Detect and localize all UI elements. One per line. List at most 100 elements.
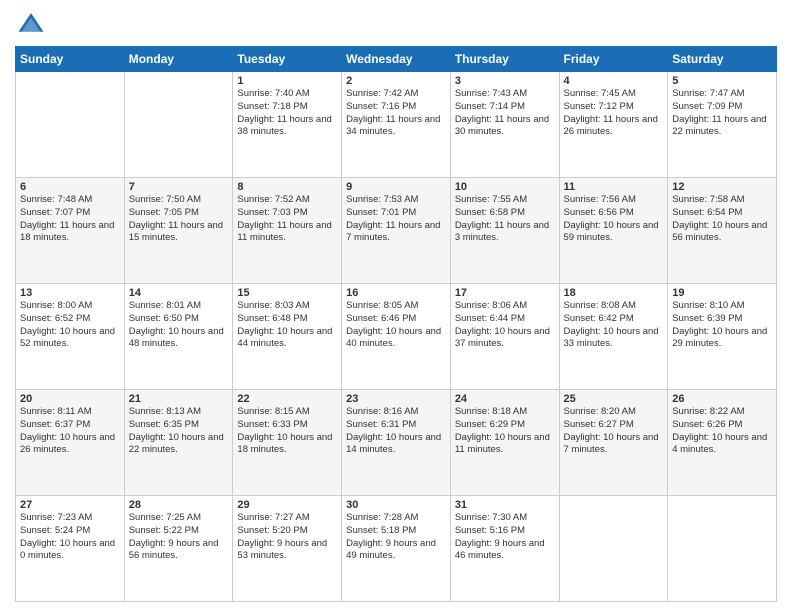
calendar-cell: 11Sunrise: 7:56 AM Sunset: 6:56 PM Dayli…	[559, 178, 668, 284]
day-number: 2	[346, 75, 446, 87]
day-number: 13	[20, 287, 120, 299]
weekday-header: Tuesday	[233, 47, 342, 72]
day-info: Sunrise: 7:48 AM Sunset: 7:07 PM Dayligh…	[20, 194, 120, 245]
day-number: 26	[672, 393, 772, 405]
day-number: 18	[564, 287, 664, 299]
calendar-week-row: 13Sunrise: 8:00 AM Sunset: 6:52 PM Dayli…	[16, 284, 777, 390]
day-number: 17	[455, 287, 555, 299]
day-info: Sunrise: 8:08 AM Sunset: 6:42 PM Dayligh…	[564, 300, 664, 351]
calendar-cell	[16, 72, 125, 178]
calendar-cell: 15Sunrise: 8:03 AM Sunset: 6:48 PM Dayli…	[233, 284, 342, 390]
day-info: Sunrise: 7:43 AM Sunset: 7:14 PM Dayligh…	[455, 88, 555, 139]
day-number: 20	[20, 393, 120, 405]
logo-icon	[17, 10, 45, 38]
day-number: 5	[672, 75, 772, 87]
calendar-cell: 31Sunrise: 7:30 AM Sunset: 5:16 PM Dayli…	[450, 496, 559, 602]
day-info: Sunrise: 8:16 AM Sunset: 6:31 PM Dayligh…	[346, 406, 446, 457]
calendar-cell: 8Sunrise: 7:52 AM Sunset: 7:03 PM Daylig…	[233, 178, 342, 284]
calendar-cell: 13Sunrise: 8:00 AM Sunset: 6:52 PM Dayli…	[16, 284, 125, 390]
calendar-cell: 20Sunrise: 8:11 AM Sunset: 6:37 PM Dayli…	[16, 390, 125, 496]
day-number: 6	[20, 181, 120, 193]
calendar-cell: 9Sunrise: 7:53 AM Sunset: 7:01 PM Daylig…	[342, 178, 451, 284]
calendar-cell	[124, 72, 233, 178]
calendar-week-row: 27Sunrise: 7:23 AM Sunset: 5:24 PM Dayli…	[16, 496, 777, 602]
header	[15, 10, 777, 38]
weekday-header: Monday	[124, 47, 233, 72]
day-number: 22	[237, 393, 337, 405]
weekday-header: Thursday	[450, 47, 559, 72]
calendar-cell: 1Sunrise: 7:40 AM Sunset: 7:18 PM Daylig…	[233, 72, 342, 178]
day-info: Sunrise: 7:28 AM Sunset: 5:18 PM Dayligh…	[346, 512, 446, 563]
calendar-cell: 10Sunrise: 7:55 AM Sunset: 6:58 PM Dayli…	[450, 178, 559, 284]
calendar-cell: 25Sunrise: 8:20 AM Sunset: 6:27 PM Dayli…	[559, 390, 668, 496]
day-info: Sunrise: 7:53 AM Sunset: 7:01 PM Dayligh…	[346, 194, 446, 245]
day-info: Sunrise: 7:50 AM Sunset: 7:05 PM Dayligh…	[129, 194, 229, 245]
calendar-week-row: 6Sunrise: 7:48 AM Sunset: 7:07 PM Daylig…	[16, 178, 777, 284]
day-number: 25	[564, 393, 664, 405]
day-number: 27	[20, 499, 120, 511]
day-info: Sunrise: 8:20 AM Sunset: 6:27 PM Dayligh…	[564, 406, 664, 457]
day-info: Sunrise: 8:03 AM Sunset: 6:48 PM Dayligh…	[237, 300, 337, 351]
day-number: 9	[346, 181, 446, 193]
calendar-cell: 23Sunrise: 8:16 AM Sunset: 6:31 PM Dayli…	[342, 390, 451, 496]
day-info: Sunrise: 7:27 AM Sunset: 5:20 PM Dayligh…	[237, 512, 337, 563]
day-info: Sunrise: 8:01 AM Sunset: 6:50 PM Dayligh…	[129, 300, 229, 351]
day-number: 19	[672, 287, 772, 299]
day-info: Sunrise: 8:00 AM Sunset: 6:52 PM Dayligh…	[20, 300, 120, 351]
calendar-cell	[668, 496, 777, 602]
day-number: 7	[129, 181, 229, 193]
day-number: 12	[672, 181, 772, 193]
calendar-week-row: 1Sunrise: 7:40 AM Sunset: 7:18 PM Daylig…	[16, 72, 777, 178]
calendar-cell: 12Sunrise: 7:58 AM Sunset: 6:54 PM Dayli…	[668, 178, 777, 284]
weekday-header: Wednesday	[342, 47, 451, 72]
weekday-header: Friday	[559, 47, 668, 72]
calendar-cell: 18Sunrise: 8:08 AM Sunset: 6:42 PM Dayli…	[559, 284, 668, 390]
day-info: Sunrise: 8:13 AM Sunset: 6:35 PM Dayligh…	[129, 406, 229, 457]
day-number: 3	[455, 75, 555, 87]
calendar-cell: 21Sunrise: 8:13 AM Sunset: 6:35 PM Dayli…	[124, 390, 233, 496]
calendar-cell: 5Sunrise: 7:47 AM Sunset: 7:09 PM Daylig…	[668, 72, 777, 178]
calendar-cell: 7Sunrise: 7:50 AM Sunset: 7:05 PM Daylig…	[124, 178, 233, 284]
day-number: 28	[129, 499, 229, 511]
day-info: Sunrise: 8:15 AM Sunset: 6:33 PM Dayligh…	[237, 406, 337, 457]
day-number: 4	[564, 75, 664, 87]
page: SundayMondayTuesdayWednesdayThursdayFrid…	[0, 0, 792, 612]
day-info: Sunrise: 8:05 AM Sunset: 6:46 PM Dayligh…	[346, 300, 446, 351]
calendar-cell: 19Sunrise: 8:10 AM Sunset: 6:39 PM Dayli…	[668, 284, 777, 390]
day-info: Sunrise: 8:18 AM Sunset: 6:29 PM Dayligh…	[455, 406, 555, 457]
calendar-cell: 22Sunrise: 8:15 AM Sunset: 6:33 PM Dayli…	[233, 390, 342, 496]
day-number: 1	[237, 75, 337, 87]
day-number: 24	[455, 393, 555, 405]
day-info: Sunrise: 7:30 AM Sunset: 5:16 PM Dayligh…	[455, 512, 555, 563]
day-info: Sunrise: 8:10 AM Sunset: 6:39 PM Dayligh…	[672, 300, 772, 351]
day-number: 8	[237, 181, 337, 193]
day-number: 29	[237, 499, 337, 511]
weekday-header: Saturday	[668, 47, 777, 72]
day-number: 15	[237, 287, 337, 299]
day-number: 11	[564, 181, 664, 193]
day-number: 21	[129, 393, 229, 405]
day-number: 16	[346, 287, 446, 299]
day-info: Sunrise: 8:06 AM Sunset: 6:44 PM Dayligh…	[455, 300, 555, 351]
calendar-cell: 28Sunrise: 7:25 AM Sunset: 5:22 PM Dayli…	[124, 496, 233, 602]
calendar-cell: 29Sunrise: 7:27 AM Sunset: 5:20 PM Dayli…	[233, 496, 342, 602]
logo	[15, 10, 45, 38]
calendar-cell: 17Sunrise: 8:06 AM Sunset: 6:44 PM Dayli…	[450, 284, 559, 390]
day-info: Sunrise: 7:42 AM Sunset: 7:16 PM Dayligh…	[346, 88, 446, 139]
calendar-table: SundayMondayTuesdayWednesdayThursdayFrid…	[15, 46, 777, 602]
calendar-cell: 4Sunrise: 7:45 AM Sunset: 7:12 PM Daylig…	[559, 72, 668, 178]
calendar-cell: 24Sunrise: 8:18 AM Sunset: 6:29 PM Dayli…	[450, 390, 559, 496]
calendar-week-row: 20Sunrise: 8:11 AM Sunset: 6:37 PM Dayli…	[16, 390, 777, 496]
day-info: Sunrise: 7:52 AM Sunset: 7:03 PM Dayligh…	[237, 194, 337, 245]
day-info: Sunrise: 7:40 AM Sunset: 7:18 PM Dayligh…	[237, 88, 337, 139]
calendar-cell: 2Sunrise: 7:42 AM Sunset: 7:16 PM Daylig…	[342, 72, 451, 178]
day-info: Sunrise: 7:47 AM Sunset: 7:09 PM Dayligh…	[672, 88, 772, 139]
day-info: Sunrise: 7:23 AM Sunset: 5:24 PM Dayligh…	[20, 512, 120, 563]
day-number: 14	[129, 287, 229, 299]
calendar-cell: 30Sunrise: 7:28 AM Sunset: 5:18 PM Dayli…	[342, 496, 451, 602]
weekday-header: Sunday	[16, 47, 125, 72]
day-number: 10	[455, 181, 555, 193]
calendar-cell: 16Sunrise: 8:05 AM Sunset: 6:46 PM Dayli…	[342, 284, 451, 390]
calendar-cell: 27Sunrise: 7:23 AM Sunset: 5:24 PM Dayli…	[16, 496, 125, 602]
calendar-cell: 14Sunrise: 8:01 AM Sunset: 6:50 PM Dayli…	[124, 284, 233, 390]
